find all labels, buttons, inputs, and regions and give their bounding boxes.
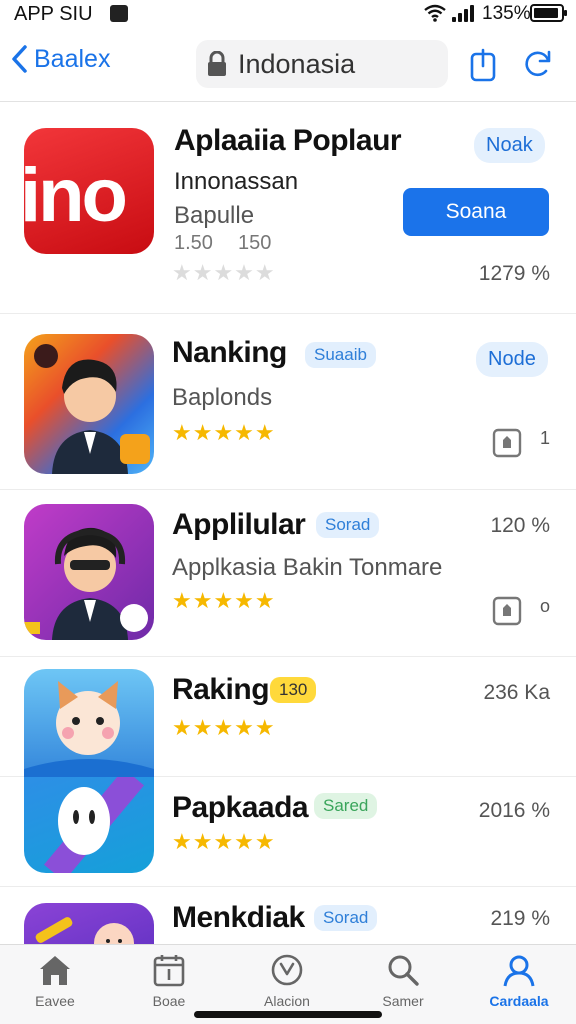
app-icon (24, 903, 154, 944)
app-size: 2016 % (478, 799, 550, 822)
tab-label: Alacion (264, 993, 310, 1009)
app-title: Aplaaiia Poplaur (174, 124, 402, 157)
list-item[interactable]: Menkdiak Sorad 219 % (0, 887, 576, 944)
tab-compass[interactable]: Alacion (232, 953, 342, 1009)
app-title: Raking (172, 673, 270, 706)
navigation-bar: Baalex Indonasia (0, 30, 576, 102)
download-icon[interactable] (492, 426, 522, 458)
person-icon (503, 955, 535, 987)
app-icon (24, 504, 154, 640)
compass-icon (271, 954, 303, 986)
ghost-illustration (44, 777, 144, 873)
tab-calendar[interactable]: Boae (114, 953, 224, 1009)
address-text: Indonasia (238, 48, 356, 79)
app-count: o (539, 596, 550, 616)
app-title: Applilular (172, 508, 306, 541)
app-subtitle: Baplonds (172, 384, 273, 411)
star-rating: ★★★★★ (172, 588, 276, 613)
app-indicator-icon (110, 5, 128, 22)
app-icon (24, 669, 154, 789)
home-icon (40, 956, 70, 985)
app-size: 120 % (490, 514, 550, 537)
baby-illustration (35, 917, 134, 944)
list-item[interactable]: Papkaada Sared ★★★★★ 2016 % (0, 777, 576, 887)
app-tag: 130 (270, 677, 317, 703)
refresh-icon[interactable] (522, 48, 554, 80)
signal-icon (452, 5, 474, 22)
tab-label: Cardaala (489, 993, 549, 1009)
back-button[interactable]: Baalex (10, 44, 110, 74)
calendar-icon (153, 955, 185, 987)
app-count: 1 (539, 428, 550, 448)
app-tag: Suaaib (305, 342, 376, 368)
battery-icon (530, 4, 567, 22)
app-size: 236 Ka (483, 681, 550, 704)
app-title: Menkdiak (172, 901, 305, 934)
star-rating: ★★★★★ (172, 260, 276, 285)
cat-illustration (24, 681, 154, 789)
tab-label: Boae (152, 993, 186, 1009)
app-size: 219 % (490, 907, 550, 930)
app-icon (24, 777, 154, 873)
lock-icon (208, 51, 226, 76)
carrier-label: APP SIU (14, 3, 93, 25)
app-icon (24, 334, 154, 474)
app-tag: Sorad (316, 512, 380, 538)
app-subtitle: Applkasia Bakin Tonmare (172, 554, 443, 581)
list-item[interactable]: Applilular Sorad Applkasia Bakin Tonmare… (0, 490, 576, 657)
list-item[interactable]: ino Aplaaiia Poplaur Innonassan Bapulle … (0, 102, 576, 314)
app-title: Nanking (172, 336, 287, 369)
star-rating: ★★★★★ (172, 715, 276, 740)
app-icon: ino (24, 128, 154, 254)
app-subtitle: Innonassan (174, 168, 299, 195)
battery-percent: 135% (482, 3, 531, 24)
app-title: Papkaada (172, 791, 309, 824)
get-button[interactable]: Soana (403, 188, 549, 236)
tab-home[interactable]: Eavee (0, 953, 110, 1009)
wifi-icon (424, 4, 446, 22)
list-item[interactable]: Nanking Suaaib Baplonds ★★★★★ Node 1 (0, 314, 576, 490)
avatar-illustration (34, 344, 150, 474)
list-item[interactable]: Raking 130 ★★★★★ 236 Ka (0, 657, 576, 789)
status-bar: APP SIU 135% (0, 0, 576, 30)
share-icon[interactable] (469, 48, 497, 82)
home-indicator[interactable] (194, 1011, 382, 1018)
search-icon (388, 955, 419, 986)
star-rating: ★★★★★ (172, 420, 276, 445)
download-icon[interactable] (492, 594, 522, 626)
app-tag: Sared (314, 793, 378, 819)
tab-profile[interactable]: Cardaala (464, 953, 574, 1009)
app-logo-text: ino (24, 153, 128, 238)
status-badge: Noak (474, 128, 545, 163)
address-bar[interactable]: Indonasia (196, 40, 448, 88)
app-size: 1279 % (478, 262, 550, 285)
star-rating: ★★★★★ (172, 829, 276, 854)
app-tag: Sorad (314, 905, 378, 931)
avatar-illustration (24, 527, 148, 640)
tab-label: Samer (382, 993, 424, 1009)
app-list: ino Aplaaiia Poplaur Innonassan Bapulle … (0, 102, 576, 944)
chevron-left-icon (12, 45, 27, 73)
tab-search[interactable]: Samer (348, 953, 458, 1009)
app-meta-a: 1.50 (174, 232, 213, 254)
back-label: Baalex (34, 44, 111, 73)
app-category: Bapulle (174, 202, 255, 229)
tab-label: Eavee (35, 993, 75, 1009)
app-meta-b: 150 (238, 232, 272, 254)
status-badge: Node (476, 342, 548, 377)
